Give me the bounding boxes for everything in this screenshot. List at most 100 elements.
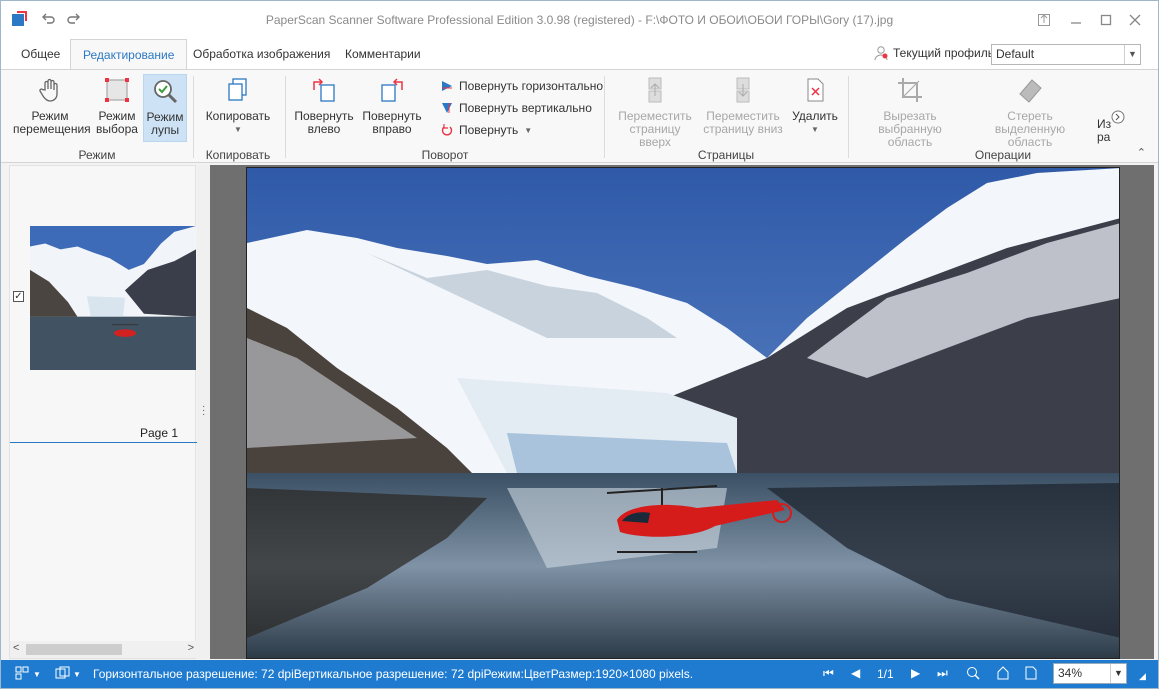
restore-layout-button[interactable]	[1032, 9, 1056, 31]
group-label-copy: Копировать	[205, 148, 271, 162]
move-up-label-2: страницу вверх	[629, 122, 681, 149]
page-thumbnail[interactable]	[30, 226, 196, 370]
separator	[604, 76, 605, 158]
document-image	[246, 167, 1120, 659]
magnifier-icon	[154, 80, 178, 104]
copy-label: Копировать	[205, 109, 271, 123]
previous-page-icon[interactable]: ◀	[851, 666, 860, 680]
horizontal-scrollbar[interactable]: < >	[10, 641, 197, 658]
copy-icon	[228, 78, 247, 101]
delete-button[interactable]: Удалить ▼	[789, 76, 841, 136]
scroll-left-icon[interactable]: <	[13, 642, 19, 654]
flip-vertical-label: Повернуть вертикально	[459, 101, 592, 115]
dropdown-arrow-icon: ▼	[234, 125, 242, 134]
minimize-button[interactable]	[1064, 9, 1088, 31]
scroll-right-icon[interactable]: >	[188, 642, 194, 654]
dropdown-arrow-icon[interactable]: ▼	[33, 670, 41, 679]
separator	[193, 76, 194, 158]
tab-editing[interactable]: Редактирование	[70, 39, 188, 70]
fit-width-icon[interactable]	[996, 666, 1010, 683]
eraser-icon	[1019, 79, 1042, 103]
rotate-dropdown-button[interactable]: Повернуть ▼	[441, 123, 532, 137]
multi-page-view-icon[interactable]	[55, 666, 71, 683]
first-page-icon[interactable]: ⏮	[823, 666, 834, 681]
more-label-2: ра	[1097, 130, 1111, 144]
flip-horizontal-button[interactable]: Повернуть горизонтально	[441, 79, 603, 93]
flip-vertical-icon	[442, 103, 452, 113]
selection-rectangle-icon	[105, 78, 129, 102]
page-thumbnail-label: Page 1	[140, 426, 179, 440]
collapse-ribbon-icon[interactable]: ⌃	[1137, 146, 1146, 159]
zoom-value: 34%	[1058, 666, 1083, 680]
rotate-left-icon	[313, 78, 335, 102]
thumbnails-view-icon[interactable]	[15, 666, 29, 683]
rotate-icon	[441, 124, 453, 136]
maximize-icon	[1100, 14, 1112, 26]
close-button[interactable]	[1123, 9, 1147, 31]
delete-page-icon	[807, 78, 824, 102]
group-label-mode: Режим	[78, 148, 116, 162]
image-viewer[interactable]	[210, 165, 1154, 659]
app-window: PaperScan Scanner Software Professional …	[0, 0, 1159, 689]
rotate-right-icon	[381, 78, 403, 102]
mountain-photo	[247, 168, 1119, 658]
user-profile-icon	[874, 46, 888, 61]
resize-grip-icon[interactable]: ◢	[1139, 671, 1146, 682]
rotate-right-button[interactable]: Повернуть вправо	[361, 76, 423, 136]
dropdown-arrow-icon[interactable]: ▼	[73, 670, 81, 679]
crop-label-2: выбранную область	[878, 122, 942, 149]
thumbnail-pane: ✓ Page 1 < >	[9, 165, 197, 659]
move-page-up-button[interactable]: Переместить страницу вверх	[613, 76, 697, 149]
window-title: PaperScan Scanner Software Professional …	[265, 13, 894, 27]
flip-vertical-button[interactable]: Повернуть вертикально	[441, 101, 592, 115]
zoom-mode-label-2: лупы	[150, 123, 180, 137]
profile-label: Текущий профиль:	[893, 46, 998, 60]
ribbon-scroll-right-icon[interactable]	[1111, 110, 1125, 124]
dropdown-arrow-icon: ▼	[811, 125, 819, 134]
tab-image-processing[interactable]: Обработка изображения	[181, 39, 342, 70]
profile-area: Текущий профиль:	[873, 45, 997, 61]
title-bar: PaperScan Scanner Software Professional …	[1, 1, 1158, 39]
pane-splitter[interactable]: · · ·	[197, 165, 210, 659]
group-label-operations: Операции	[974, 148, 1032, 162]
flip-horizontal-label: Повернуть горизонтально	[459, 79, 604, 93]
rotate-right-label-2: вправо	[372, 122, 412, 136]
ribbon: Режим перемещения Режим выбора Режим луп…	[1, 69, 1158, 163]
crop-button[interactable]: Вырезать выбранную область	[855, 76, 965, 149]
last-page-icon[interactable]: ⏭	[937, 666, 948, 681]
page-checkbox[interactable]: ✓	[13, 291, 24, 302]
hand-icon	[39, 78, 58, 102]
pan-mode-button[interactable]: Режим перемещения	[13, 76, 91, 136]
erase-label-1: Стереть выделенную	[994, 109, 1066, 136]
separator	[285, 76, 286, 158]
fit-page-icon[interactable]	[1025, 666, 1037, 683]
zoom-mode-button[interactable]: Режим лупы	[143, 74, 187, 142]
thumbnail-image	[30, 226, 196, 370]
zoom-select[interactable]: 34% ▼	[1053, 663, 1127, 684]
page-up-icon	[648, 77, 662, 103]
tab-comments[interactable]: Комментарии	[333, 39, 433, 70]
profile-value: Default	[996, 47, 1035, 61]
crop-icon	[898, 78, 922, 102]
actual-size-icon[interactable]	[966, 666, 984, 683]
tab-general[interactable]: Общее	[9, 39, 72, 70]
minimize-icon	[1071, 22, 1081, 24]
delete-label: Удалить	[792, 109, 838, 123]
pin-icon	[1038, 14, 1050, 26]
rotate-left-button[interactable]: Повернуть влево	[293, 76, 355, 136]
maximize-button[interactable]	[1094, 9, 1118, 31]
scrollbar-thumb[interactable]	[26, 644, 122, 655]
separator	[848, 76, 849, 158]
select-mode-button[interactable]: Режим выбора	[93, 76, 141, 136]
move-page-down-button[interactable]: Переместить страницу вниз	[703, 76, 783, 136]
next-page-icon[interactable]: ▶	[911, 666, 920, 680]
move-down-label-2: страницу вниз	[703, 122, 783, 136]
profile-select[interactable]: Default ▼	[991, 44, 1141, 65]
splitter-grip-icon: · · ·	[202, 401, 206, 420]
pan-mode-label-2: перемещения	[13, 122, 91, 136]
selection-underline	[10, 442, 197, 443]
copy-button[interactable]: Копировать ▼	[203, 76, 273, 136]
erase-selection-button[interactable]: Стереть выделенную область	[971, 76, 1089, 149]
flip-horizontal-icon	[442, 81, 452, 91]
close-icon	[1129, 14, 1141, 26]
